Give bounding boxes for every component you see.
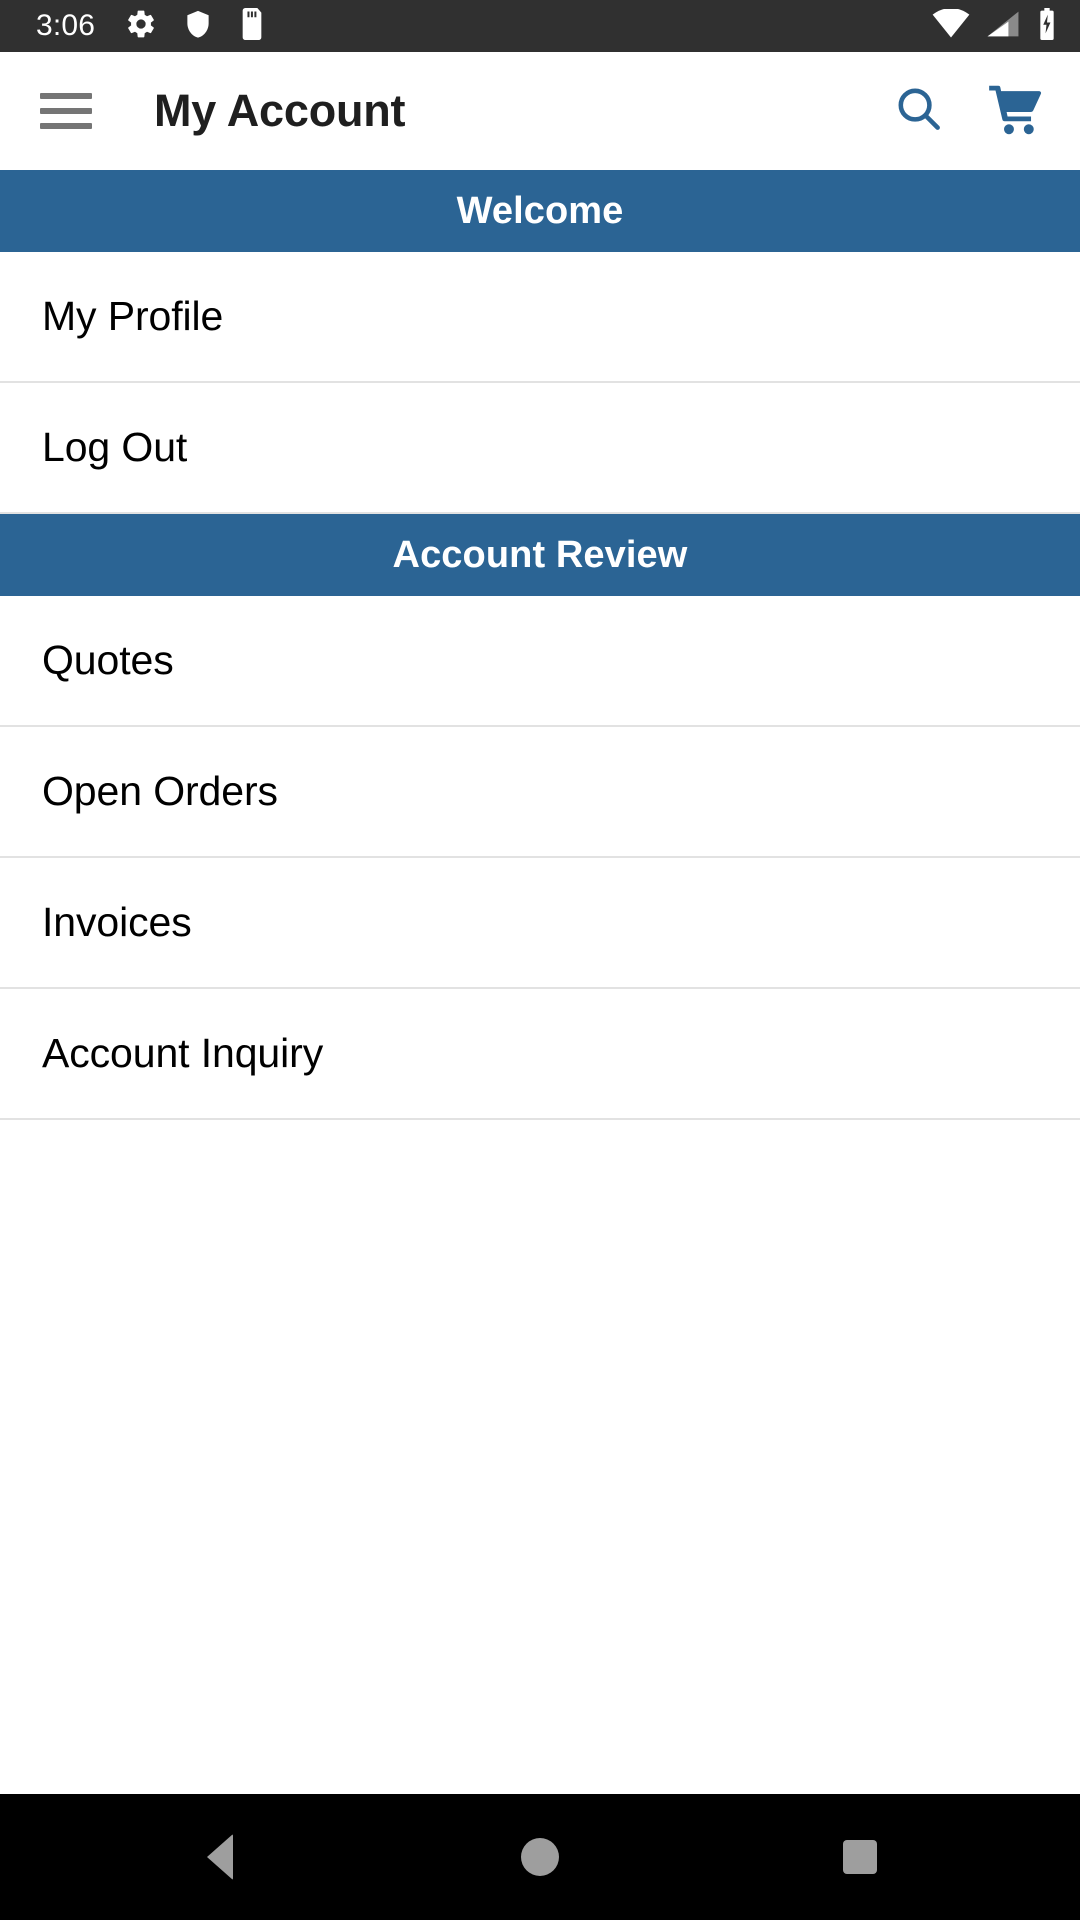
section-header-welcome: Welcome	[0, 170, 1080, 252]
list-item-label: Open Orders	[42, 768, 278, 814]
cart-button[interactable]	[984, 80, 1046, 142]
android-navigation-bar	[0, 1794, 1080, 1920]
status-bar-system-icons	[932, 7, 1058, 45]
list-item-my-profile[interactable]: My Profile	[0, 252, 1080, 383]
status-bar-clock: 3:06	[36, 9, 96, 42]
nav-back-button[interactable]	[145, 1794, 295, 1920]
back-triangle-icon	[207, 1834, 233, 1880]
list-item-open-orders[interactable]: Open Orders	[0, 727, 1080, 858]
hamburger-bar-1	[40, 93, 92, 99]
home-circle-icon	[521, 1838, 559, 1876]
app-bar-actions	[888, 80, 1046, 142]
list-item-label: My Profile	[42, 293, 224, 339]
list-item-label: Log Out	[42, 424, 188, 470]
recents-square-icon	[843, 1840, 877, 1874]
list-item-log-out[interactable]: Log Out	[0, 383, 1080, 514]
shopping-cart-icon	[987, 83, 1043, 140]
nav-home-button[interactable]	[465, 1794, 615, 1920]
app-bar: My Account	[0, 52, 1080, 170]
status-bar: 3:06	[0, 0, 1080, 52]
wifi-icon	[932, 7, 970, 44]
shield-icon	[183, 8, 213, 45]
empty-list-area	[0, 1120, 1080, 1794]
page-title: My Account	[154, 85, 406, 136]
cellular-signal-icon	[986, 9, 1020, 44]
hamburger-menu-icon[interactable]	[40, 89, 96, 133]
list-item-invoices[interactable]: Invoices	[0, 858, 1080, 989]
section-header-account-review: Account Review	[0, 514, 1080, 596]
status-bar-notification-icons	[125, 7, 265, 45]
sd-card-icon	[239, 7, 265, 45]
gear-icon	[125, 8, 157, 45]
list-item-account-inquiry[interactable]: Account Inquiry	[0, 989, 1080, 1120]
hamburger-bar-3	[40, 123, 92, 129]
list-item-label: Quotes	[42, 637, 174, 683]
search-button[interactable]	[888, 80, 950, 142]
search-icon	[893, 83, 945, 140]
phone-screen: 3:06 My Account Welcome My Profile Log O…	[0, 0, 1080, 1920]
nav-recents-button[interactable]	[785, 1794, 935, 1920]
account-menu-list: Welcome My Profile Log Out Account Revie…	[0, 170, 1080, 1794]
list-item-quotes[interactable]: Quotes	[0, 596, 1080, 727]
hamburger-bar-2	[40, 108, 92, 114]
battery-charging-icon	[1036, 7, 1058, 45]
list-item-label: Account Inquiry	[42, 1030, 324, 1076]
list-item-label: Invoices	[42, 899, 192, 945]
